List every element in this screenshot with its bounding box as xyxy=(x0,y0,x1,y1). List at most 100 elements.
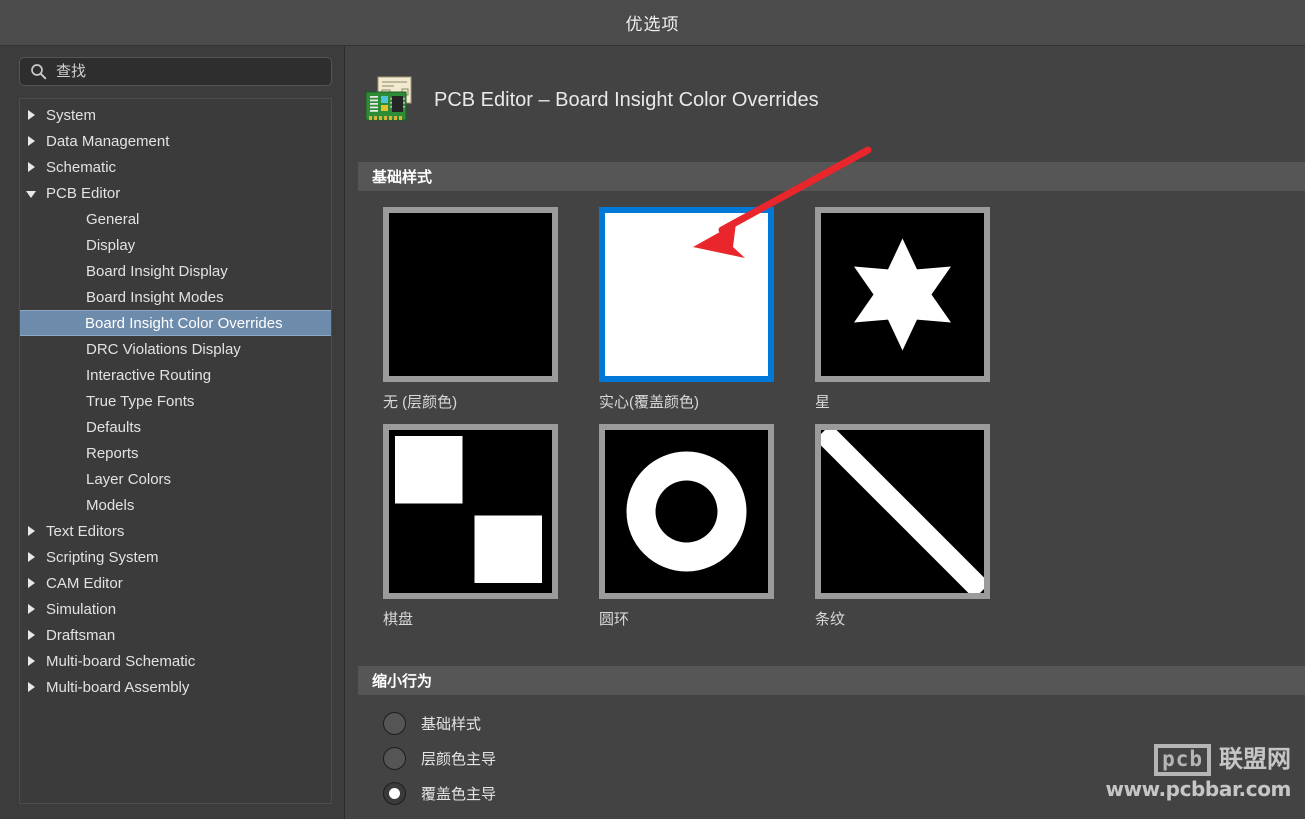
zoom-behavior-option-2[interactable]: 覆盖色主导 xyxy=(383,776,496,811)
style-option-checker[interactable]: 棋盘 xyxy=(383,424,599,629)
watermark-url: www.pcbbar.com xyxy=(1105,777,1292,801)
sidebar-item-label: Text Editors xyxy=(46,522,125,540)
chevron-right-glyph xyxy=(27,578,35,588)
chevron-right-icon xyxy=(20,604,42,614)
chevron-down-glyph xyxy=(26,190,36,198)
sidebar-item-board-insight-display[interactable]: Board Insight Display xyxy=(20,258,331,284)
style-swatch-ring[interactable] xyxy=(599,424,774,599)
style-swatch-label: 圆环 xyxy=(599,611,630,628)
zoom-behavior-option-0[interactable]: 基础样式 xyxy=(383,706,496,741)
sidebar-item-interactive-routing[interactable]: Interactive Routing xyxy=(20,362,331,388)
sidebar-item-label: Board Insight Display xyxy=(86,262,228,280)
chevron-right-icon xyxy=(20,110,42,120)
sidebar-item-label: Draftsman xyxy=(46,626,116,644)
search-value: 查找 xyxy=(56,63,87,80)
sidebar-item-label: Defaults xyxy=(86,418,142,436)
sidebar-item-label: Board Insight Color Overrides xyxy=(85,314,283,332)
sidebar-item-true-type-fonts[interactable]: True Type Fonts xyxy=(20,388,331,414)
zoom-behavior-radio-group: 基础样式层颜色主导覆盖色主导 xyxy=(383,706,496,811)
search-icon xyxy=(30,63,47,80)
sidebar-item-label: Reports xyxy=(86,444,139,462)
chevron-right-icon xyxy=(20,682,42,692)
settings-tree[interactable]: System Data Management Schematic PCB Editor… xyxy=(19,98,332,804)
sidebar-item-label: Display xyxy=(86,236,136,254)
zoom-behavior-option-label: 层颜色主导 xyxy=(421,751,497,768)
pattern-ring-icon xyxy=(605,430,768,593)
sidebar-item-data-management[interactable]: Data Management xyxy=(20,128,331,154)
chevron-right-glyph xyxy=(27,136,35,146)
style-option-none[interactable]: 无 (层颜色) xyxy=(383,207,599,412)
style-option-solid[interactable]: 实心(覆盖颜色) xyxy=(599,207,815,412)
sidebar-item-schematic[interactable]: Schematic xyxy=(20,154,331,180)
radio-selected-icon[interactable] xyxy=(383,782,406,805)
sidebar-item-multi-board-assembly[interactable]: Multi-board Assembly xyxy=(20,674,331,700)
sidebar-item-reports[interactable]: Reports xyxy=(20,440,331,466)
style-swatch-label: 无 (层颜色) xyxy=(383,394,458,411)
chevron-right-icon xyxy=(20,630,42,640)
sidebar-item-pcb-editor[interactable]: PCB Editor xyxy=(20,180,331,206)
sidebar-item-label: True Type Fonts xyxy=(86,392,195,410)
section-header-basic-style: 基础样式 xyxy=(358,162,1305,191)
style-swatch-label: 星 xyxy=(815,394,831,411)
chevron-right-glyph xyxy=(27,682,35,692)
chevron-right-glyph xyxy=(27,656,35,666)
radio-unselected-icon[interactable] xyxy=(383,747,406,770)
style-swatch-none[interactable] xyxy=(383,207,558,382)
preferences-window: 优选项 查找 System Data Management Schematic PCB… xyxy=(0,0,1305,819)
sidebar-item-layer-colors[interactable]: Layer Colors xyxy=(20,466,331,492)
sidebar-item-label: Interactive Routing xyxy=(86,366,212,384)
pattern-none-icon xyxy=(389,213,552,376)
sidebar-item-draftsman[interactable]: Draftsman xyxy=(20,622,331,648)
sidebar-item-label: DRC Violations Display xyxy=(86,340,241,358)
chevron-right-glyph xyxy=(27,526,35,536)
sidebar-item-models[interactable]: Models xyxy=(20,492,331,518)
pattern-checker-icon xyxy=(389,430,552,593)
sidebar-item-label: Schematic xyxy=(46,158,117,176)
chevron-right-icon xyxy=(20,526,42,536)
style-option-ring[interactable]: 圆环 xyxy=(599,424,815,629)
sidebar-item-scripting-system[interactable]: Scripting System xyxy=(20,544,331,570)
radio-unselected-icon[interactable] xyxy=(383,712,406,735)
style-swatch-star[interactable] xyxy=(815,207,990,382)
sidebar-pane: 查找 System Data Management Schematic PCB Edi… xyxy=(0,46,345,819)
page-title: PCB Editor – Board Insight Color Overrid… xyxy=(434,88,819,111)
content-pane: PCB Editor – Board Insight Color Overrid… xyxy=(346,46,1305,819)
zoom-behavior-option-1[interactable]: 层颜色主导 xyxy=(383,741,496,776)
style-swatch-solid[interactable] xyxy=(599,207,774,382)
watermark-logo: pcb xyxy=(1154,744,1211,776)
zoom-behavior-option-label: 覆盖色主导 xyxy=(421,786,497,803)
chevron-right-icon xyxy=(20,162,42,172)
sidebar-item-text-editors[interactable]: Text Editors xyxy=(20,518,331,544)
sidebar-item-label: PCB Editor xyxy=(46,184,121,202)
section-header-zoom-behavior: 缩小行为 xyxy=(358,666,1305,695)
sidebar-item-label: Data Management xyxy=(46,132,170,150)
style-option-stripe[interactable]: 条纹 xyxy=(815,424,1031,629)
sidebar-item-multi-board-schematic[interactable]: Multi-board Schematic xyxy=(20,648,331,674)
sidebar-item-general[interactable]: General xyxy=(20,206,331,232)
swatch-row: 棋盘 圆环 条纹 xyxy=(383,424,1063,629)
style-swatch-label: 条纹 xyxy=(815,611,846,628)
sidebar-item-simulation[interactable]: Simulation xyxy=(20,596,331,622)
search-input[interactable]: 查找 xyxy=(19,57,332,86)
chevron-right-glyph xyxy=(27,604,35,614)
pcb-board-icon xyxy=(364,76,414,124)
sidebar-item-label: Models xyxy=(86,496,135,514)
style-swatch-stripe[interactable] xyxy=(815,424,990,599)
section-title: 缩小行为 xyxy=(372,673,433,690)
sidebar-item-board-insight-color-overrides[interactable]: Board Insight Color Overrides xyxy=(20,310,331,336)
sidebar-item-label: Layer Colors xyxy=(86,470,172,488)
sidebar-item-system[interactable]: System xyxy=(20,102,331,128)
chevron-right-glyph xyxy=(27,630,35,640)
sidebar-item-defaults[interactable]: Defaults xyxy=(20,414,331,440)
sidebar-item-cam-editor[interactable]: CAM Editor xyxy=(20,570,331,596)
sidebar-item-label: Board Insight Modes xyxy=(86,288,224,306)
zoom-behavior-option-label: 基础样式 xyxy=(421,716,482,733)
watermark-brand: 联盟网 xyxy=(1219,746,1291,773)
sidebar-item-display[interactable]: Display xyxy=(20,232,331,258)
sidebar-item-label: Multi-board Schematic xyxy=(46,652,196,670)
chevron-right-icon xyxy=(20,656,42,666)
style-swatch-checker[interactable] xyxy=(383,424,558,599)
sidebar-item-board-insight-modes[interactable]: Board Insight Modes xyxy=(20,284,331,310)
sidebar-item-drc-violations-display[interactable]: DRC Violations Display xyxy=(20,336,331,362)
style-option-star[interactable]: 星 xyxy=(815,207,1031,412)
